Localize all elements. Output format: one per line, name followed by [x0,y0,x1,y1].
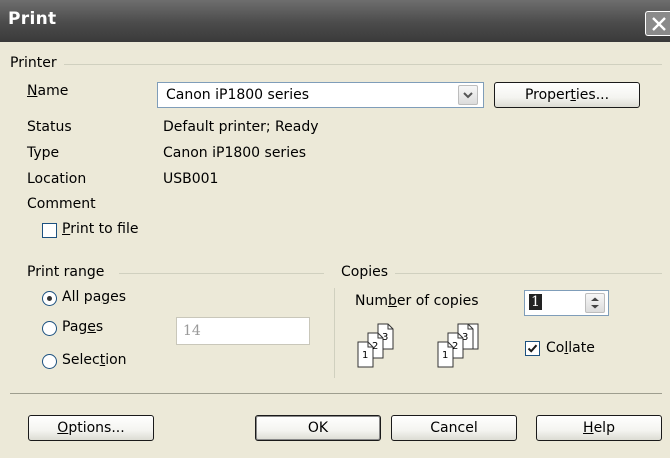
location-value: USB001 [163,171,219,187]
copies-group-label: Copies [341,264,389,280]
print-dialog: Print Printer Name Canon iP1800 series P… [0,0,670,458]
number-of-copies-label: Number of copies [355,293,479,309]
printer-name-select[interactable]: Canon iP1800 series [157,82,484,108]
close-button[interactable] [645,11,670,36]
name-label: Name [27,83,69,99]
printer-name-value: Canon iP1800 series [166,87,309,103]
collate-page-2-right: 2 [452,341,459,352]
help-button[interactable]: Help [536,415,662,441]
printer-group-rule [64,64,662,65]
collate-page-2-left: 2 [372,341,379,352]
collate-checkbox[interactable] [525,341,540,356]
pages-input-value: 14 [183,323,201,339]
copies-group-rule [395,273,662,274]
print-range-group-rule [119,273,324,274]
pages-label[interactable]: Pages [62,319,103,335]
print-to-file-label[interactable]: Print to file [62,221,139,237]
copies-value[interactable]: 1 [529,294,542,310]
location-label: Location [27,171,87,187]
options-button[interactable]: Options... [28,415,154,441]
window-title: Print [8,9,57,29]
all-pages-label[interactable]: All pages [62,289,126,305]
group-separator [334,288,335,378]
bottom-separator [10,393,662,394]
collate-page-3-right: 3 [462,332,469,343]
collate-label[interactable]: Collate [546,340,595,356]
selection-radio[interactable] [42,354,57,369]
copies-spinner[interactable]: 1 [524,290,609,316]
collate-page-3-left: 3 [382,332,389,343]
print-range-group-label: Print range [27,264,105,280]
comment-label: Comment [27,196,96,212]
collate-page-1-right: 1 [442,350,449,361]
title-bar[interactable]: Print [0,0,670,42]
print-to-file-checkbox[interactable] [42,223,57,238]
pages-radio[interactable] [42,321,57,336]
copies-spin-button[interactable] [585,293,605,313]
printer-dropdown-button[interactable] [458,85,478,105]
collate-page-1-left: 1 [362,350,369,361]
status-value: Default printer; Ready [163,119,319,135]
spin-arrows-icon [591,297,599,309]
ok-button[interactable]: OK [255,415,381,441]
type-label: Type [27,145,60,161]
printer-group-label: Printer [10,55,57,71]
selection-label[interactable]: Selection [62,352,127,368]
checkmark-icon [527,344,538,353]
all-pages-radio[interactable] [42,291,57,306]
status-label: Status [27,119,72,135]
close-icon [652,17,666,31]
type-value: Canon iP1800 series [163,145,306,161]
radio-selected-dot [47,296,52,301]
properties-button[interactable]: Properties... [494,82,640,108]
cancel-button[interactable]: Cancel [391,415,517,441]
pages-input[interactable]: 14 [176,317,310,345]
chevron-down-icon [463,92,473,99]
